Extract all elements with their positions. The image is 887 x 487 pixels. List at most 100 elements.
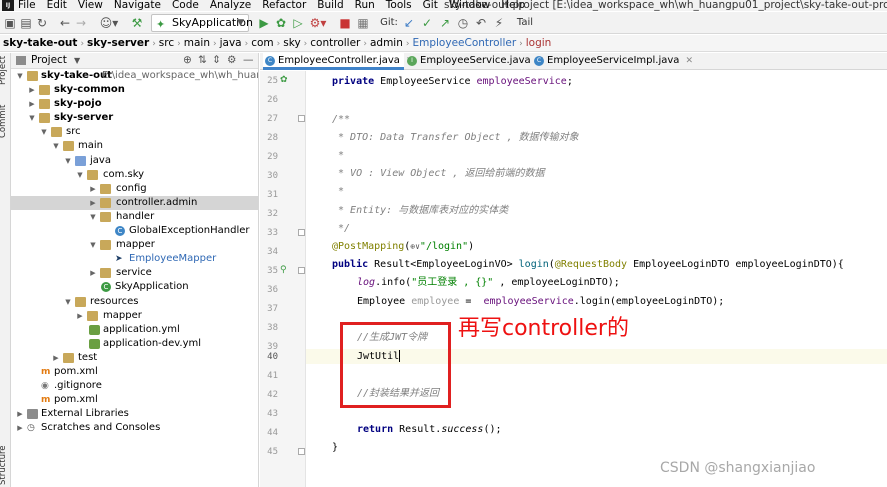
vcs-user-icon[interactable]: ☺▾ bbox=[97, 15, 121, 31]
menu-analyze[interactable]: Analyze bbox=[210, 0, 251, 11]
save-icon[interactable]: ▣ bbox=[3, 15, 17, 31]
git-history-icon[interactable]: ◷ bbox=[456, 15, 470, 31]
tree-item-java[interactable]: ▼ java bbox=[11, 154, 258, 168]
fold-icon[interactable] bbox=[298, 115, 305, 122]
layout-icon[interactable]: ▦ bbox=[356, 15, 370, 31]
project-tool-button[interactable]: Project bbox=[0, 56, 8, 85]
fold-icon[interactable] bbox=[298, 448, 305, 455]
back-icon[interactable]: ← bbox=[58, 15, 72, 31]
menu-edit[interactable]: Edit bbox=[47, 0, 67, 11]
tree-item-sky-server[interactable]: ▼ sky-server bbox=[11, 111, 258, 125]
hide-icon[interactable]: — bbox=[243, 53, 254, 68]
tree-item-application-dev-yml[interactable]: application-dev.yml bbox=[11, 337, 258, 351]
mybatis-icon: ➤ bbox=[115, 254, 123, 265]
tree-item-root-pom-xml[interactable]: m pom.xml bbox=[11, 393, 258, 407]
breadcrumb-method[interactable]: login bbox=[526, 35, 552, 51]
tree-item-com-sky[interactable]: ▼ com.sky bbox=[11, 168, 258, 182]
breadcrumb-item[interactable]: admin bbox=[370, 35, 403, 51]
bean-icon[interactable]: ✿ bbox=[280, 75, 288, 85]
close-icon[interactable]: ✕ bbox=[685, 56, 693, 66]
tree-item-employee-mapper[interactable]: ➤ EmployeeMapper bbox=[11, 252, 258, 266]
menu-navigate[interactable]: Navigate bbox=[114, 0, 161, 11]
tree-item-resources-mapper[interactable]: ▶ mapper bbox=[11, 309, 258, 323]
breadcrumb-item[interactable]: java bbox=[220, 35, 242, 51]
breadcrumb-item[interactable]: controller bbox=[310, 35, 360, 51]
git-rollback-icon[interactable]: ↶ bbox=[474, 15, 488, 31]
project-panel-title[interactable]: Project bbox=[31, 53, 67, 68]
tab-employee-service-impl[interactable]: C EmployeeServiceImpl.java ✕ bbox=[532, 53, 693, 70]
debug-icon[interactable]: ✿ bbox=[274, 15, 288, 31]
tree-item-external-libraries[interactable]: ▶ External Libraries bbox=[11, 407, 258, 421]
line-number: 35 bbox=[267, 266, 278, 276]
collapse-all-icon[interactable]: ⇅ bbox=[198, 53, 207, 68]
git-branch-icon[interactable]: ⚡ bbox=[492, 15, 506, 31]
code-line-44: return Result.success(); bbox=[357, 424, 502, 435]
code-line-45: } bbox=[332, 442, 339, 453]
tab-employee-controller[interactable]: C EmployeeController.java✕ bbox=[263, 53, 413, 70]
tree-item-scratches[interactable]: ▶ ◷ Scratches and Consoles bbox=[11, 421, 258, 435]
tree-item-sky-take-out[interactable]: ▼ sky-take-out E:\idea_workspace_wh\wh_h… bbox=[11, 69, 258, 83]
breadcrumb-item[interactable]: sky bbox=[283, 35, 300, 51]
tree-item-controller-admin[interactable]: ▶ controller.admin bbox=[11, 195, 258, 210]
chevron-down-icon[interactable]: ▼ bbox=[74, 53, 80, 68]
breadcrumb-item[interactable]: main bbox=[184, 35, 210, 51]
expand-all-icon[interactable]: ⇕ bbox=[212, 53, 221, 68]
tree-item-src[interactable]: ▼ src bbox=[11, 125, 258, 139]
stop-icon[interactable]: ■ bbox=[338, 15, 352, 31]
menu-git[interactable]: Git bbox=[423, 0, 438, 11]
tree-item-sky-application[interactable]: C SkyApplication bbox=[11, 280, 258, 294]
menu-refactor[interactable]: Refactor bbox=[262, 0, 306, 11]
tree-item-gitignore[interactable]: ◉ .gitignore bbox=[11, 379, 258, 393]
breadcrumb-item[interactable]: sky-take-out bbox=[3, 35, 77, 51]
git-commit-icon[interactable]: ✓ bbox=[420, 15, 434, 31]
request-mapping-icon[interactable]: ⚲ bbox=[280, 265, 287, 275]
tree-item-service[interactable]: ▶ service bbox=[11, 266, 258, 280]
run-icon[interactable]: ▶ bbox=[257, 15, 271, 31]
commit-tool-button[interactable]: Commit bbox=[0, 105, 8, 138]
breadcrumb-class[interactable]: EmployeeController bbox=[412, 35, 516, 51]
structure-tool-button[interactable]: Structure bbox=[0, 445, 8, 485]
intellij-logo-icon: IJ bbox=[2, 0, 14, 11]
tree-item-test[interactable]: ▶ test bbox=[11, 351, 258, 365]
tree-item-global-exception-handler[interactable]: C GlobalExceptionHandler bbox=[11, 224, 258, 238]
menu-build[interactable]: Build bbox=[317, 0, 343, 11]
breadcrumb-item[interactable]: sky-server bbox=[87, 35, 149, 51]
tail-button[interactable]: Tail bbox=[514, 15, 536, 31]
forward-icon[interactable]: → bbox=[74, 15, 88, 31]
tree-item-application-yml[interactable]: application.yml bbox=[11, 323, 258, 337]
line-number: 36 bbox=[267, 285, 278, 295]
gear-icon[interactable]: ⚙ bbox=[227, 53, 236, 68]
menu-tools[interactable]: Tools bbox=[386, 0, 412, 11]
tab-employee-service[interactable]: I EmployeeService.java✕ bbox=[405, 53, 544, 70]
sync-icon[interactable]: ↻ bbox=[35, 15, 49, 31]
tree-item-mapper[interactable]: ▼ mapper bbox=[11, 238, 258, 252]
run-configuration-select[interactable]: ✦ SkyApplication ▼ bbox=[151, 14, 253, 32]
menu-code[interactable]: Code bbox=[172, 0, 199, 11]
breadcrumb-item[interactable]: com bbox=[251, 35, 273, 51]
tree-item-handler[interactable]: ▼ handler bbox=[11, 210, 258, 224]
tree-item-main[interactable]: ▼ main bbox=[11, 139, 258, 153]
profile-icon[interactable]: ⚙▾ bbox=[308, 15, 328, 31]
git-update-icon[interactable]: ↙ bbox=[402, 15, 416, 31]
fold-icon[interactable] bbox=[298, 229, 305, 236]
git-push-icon[interactable]: ↗ bbox=[438, 15, 452, 31]
tree-item-sky-common[interactable]: ▶ sky-common bbox=[11, 83, 258, 97]
save-all-icon[interactable]: ▤ bbox=[19, 15, 33, 31]
editor-tabs: C EmployeeController.java✕ I EmployeeSer… bbox=[260, 53, 887, 70]
menu-view[interactable]: View bbox=[78, 0, 103, 11]
locate-icon[interactable]: ⊕ bbox=[183, 53, 192, 68]
tree-item-config[interactable]: ▶ config bbox=[11, 182, 258, 196]
tree-item-sky-pojo[interactable]: ▶ sky-pojo bbox=[11, 97, 258, 111]
coverage-icon[interactable]: ▷ bbox=[291, 15, 305, 31]
breadcrumb-item[interactable]: src bbox=[159, 35, 174, 51]
breadcrumb: sky-take-out › sky-server › src › main › java › co… bbox=[0, 35, 887, 52]
fold-icon[interactable] bbox=[298, 267, 305, 274]
menu-file[interactable]: File bbox=[18, 0, 36, 11]
line-number: 45 bbox=[267, 447, 278, 457]
tree-item-server-pom-xml[interactable]: m pom.xml bbox=[11, 365, 258, 379]
tree-item-resources[interactable]: ▼ resources bbox=[11, 295, 258, 309]
scratches-icon: ◷ bbox=[27, 423, 35, 434]
window-title: sky-take-out-project [E:\idea_workspace_… bbox=[444, 0, 887, 11]
build-hammer-icon[interactable]: ⚒ bbox=[130, 15, 144, 31]
menu-run[interactable]: Run bbox=[355, 0, 375, 11]
